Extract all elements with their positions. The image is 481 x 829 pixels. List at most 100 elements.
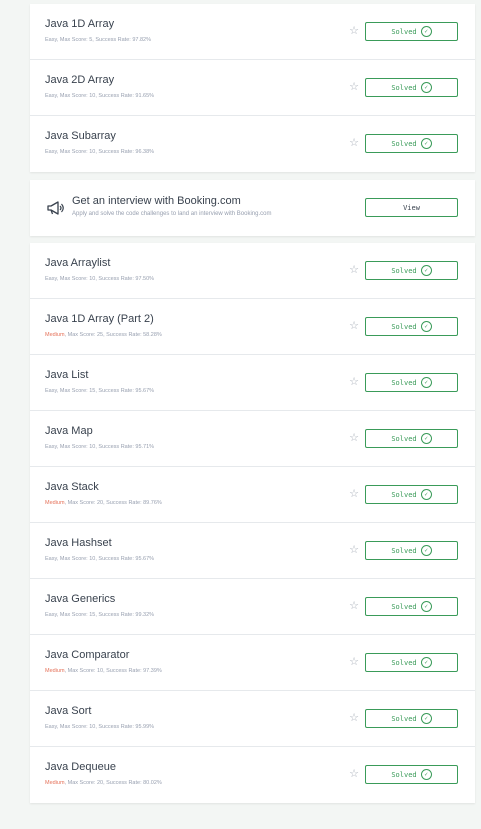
challenge-meta: Medium, Max Score: 25, Success Rate: 58.… [45, 332, 162, 338]
check-circle-icon: ✓ [420, 545, 432, 556]
solved-button[interactable]: Solved ✓ [365, 597, 458, 616]
solved-label: Solved [391, 139, 417, 148]
challenge-row[interactable]: Java Hashset Easy, Max Score: 10, Success… [30, 523, 475, 579]
challenge-title[interactable]: Java Comparator [45, 649, 129, 661]
score-rate-text: , Max Score: 15, Success Rate: 95.67% [56, 388, 155, 394]
bookmark-star-icon[interactable]: ☆ [348, 25, 360, 37]
challenge-meta: Easy, Max Score: 10, Success Rate: 95.67… [45, 556, 154, 562]
bookmark-star-icon[interactable]: ☆ [348, 656, 360, 668]
challenge-row[interactable]: Java Stack Medium, Max Score: 20, Success… [30, 467, 475, 523]
difficulty-label: Medium [45, 500, 65, 506]
solved-button[interactable]: Solved ✓ [365, 261, 458, 280]
challenge-meta: Easy, Max Score: 15, Success Rate: 95.67… [45, 388, 154, 394]
solved-label: Solved [391, 266, 417, 275]
challenge-row[interactable]: Java Generics Easy, Max Score: 15, Succes… [30, 579, 475, 635]
check-circle-icon: ✓ [420, 601, 432, 612]
score-rate-text: , Max Score: 15, Success Rate: 99.32% [56, 612, 155, 618]
bookmark-star-icon[interactable]: ☆ [348, 600, 360, 612]
challenge-title[interactable]: Java 1D Array [45, 18, 114, 30]
solved-button[interactable]: Solved ✓ [365, 485, 458, 504]
difficulty-label: Medium [45, 332, 65, 338]
challenge-row[interactable]: Java Subarray Easy, Max Score: 10, Succes… [30, 116, 475, 172]
challenge-meta: Medium, Max Score: 20, Success Rate: 89.… [45, 500, 162, 506]
difficulty-label: Medium [45, 668, 65, 674]
solved-button[interactable]: Solved ✓ [365, 765, 458, 784]
view-button[interactable]: View [365, 198, 458, 217]
challenge-title[interactable]: Java 2D Array [45, 74, 114, 86]
solved-label: Solved [391, 434, 417, 443]
challenge-title[interactable]: Java Dequeue [45, 761, 116, 773]
check-circle-icon: ✓ [420, 377, 432, 388]
bookmark-star-icon[interactable]: ☆ [348, 81, 360, 93]
challenge-row[interactable]: Java 2D Array Easy, Max Score: 10, Succes… [30, 60, 475, 116]
solved-button[interactable]: Solved ✓ [365, 317, 458, 336]
promo-title: Get an interview with Booking.com [72, 195, 241, 207]
difficulty-label: Easy [45, 37, 57, 43]
bookmark-star-icon[interactable]: ☆ [348, 768, 360, 780]
check-circle-icon: ✓ [420, 321, 432, 332]
score-rate-text: , Max Score: 10, Success Rate: 95.71% [56, 444, 155, 450]
difficulty-label: Easy [45, 612, 57, 618]
bookmark-star-icon[interactable]: ☆ [348, 432, 360, 444]
bookmark-star-icon[interactable]: ☆ [348, 712, 360, 724]
challenge-list-bottom: Java Arraylist Easy, Max Score: 10, Succe… [30, 243, 475, 803]
solved-label: Solved [391, 602, 417, 611]
difficulty-label: Easy [45, 724, 57, 730]
bookmark-star-icon[interactable]: ☆ [348, 488, 360, 500]
bookmark-star-icon[interactable]: ☆ [348, 544, 360, 556]
difficulty-label: Easy [45, 388, 57, 394]
challenge-title[interactable]: Java List [45, 369, 88, 381]
challenge-meta: Easy, Max Score: 10, Success Rate: 97.50… [45, 276, 154, 282]
score-rate-text: , Max Score: 10, Success Rate: 97.50% [56, 276, 155, 282]
solved-label: Solved [391, 490, 417, 499]
solved-button[interactable]: Solved ✓ [365, 373, 458, 392]
bookmark-star-icon[interactable]: ☆ [348, 264, 360, 276]
challenge-row[interactable]: Java Sort Easy, Max Score: 10, Success Ra… [30, 691, 475, 747]
solved-button[interactable]: Solved ✓ [365, 653, 458, 672]
challenge-row[interactable]: Java Map Easy, Max Score: 10, Success Rat… [30, 411, 475, 467]
challenge-meta: Easy, Max Score: 10, Success Rate: 96.38… [45, 149, 154, 155]
challenge-title[interactable]: Java Subarray [45, 130, 116, 142]
challenge-title[interactable]: Java Generics [45, 593, 115, 605]
score-rate-text: , Max Score: 5, Success Rate: 97.82% [56, 37, 151, 43]
solved-button[interactable]: Solved ✓ [365, 22, 458, 41]
score-rate-text: , Max Score: 10, Success Rate: 95.67% [56, 556, 155, 562]
solved-button[interactable]: Solved ✓ [365, 709, 458, 728]
challenge-meta: Easy, Max Score: 15, Success Rate: 99.32… [45, 612, 154, 618]
difficulty-label: Medium [45, 780, 65, 786]
check-circle-icon: ✓ [420, 82, 432, 93]
solved-button[interactable]: Solved ✓ [365, 134, 458, 153]
challenge-meta: Easy, Max Score: 10, Success Rate: 95.99… [45, 724, 154, 730]
challenge-row[interactable]: Java 1D Array Easy, Max Score: 5, Success… [30, 4, 475, 60]
challenge-title[interactable]: Java Sort [45, 705, 91, 717]
solved-button[interactable]: Solved ✓ [365, 429, 458, 448]
challenge-row[interactable]: Java Dequeue Medium, Max Score: 20, Succe… [30, 747, 475, 803]
score-rate-text: , Max Score: 10, Success Rate: 91.65% [56, 93, 155, 99]
check-circle-icon: ✓ [420, 265, 432, 276]
bookmark-star-icon[interactable]: ☆ [348, 320, 360, 332]
challenge-row[interactable]: Java 1D Array (Part 2) Medium, Max Score:… [30, 299, 475, 355]
check-circle-icon: ✓ [420, 489, 432, 500]
solved-label: Solved [391, 546, 417, 555]
challenge-title[interactable]: Java Stack [45, 481, 99, 493]
challenge-title[interactable]: Java Hashset [45, 537, 112, 549]
challenge-title[interactable]: Java Map [45, 425, 93, 437]
challenge-title[interactable]: Java Arraylist [45, 257, 110, 269]
bookmark-star-icon[interactable]: ☆ [348, 376, 360, 388]
challenge-title[interactable]: Java 1D Array (Part 2) [45, 313, 154, 325]
solved-button[interactable]: Solved ✓ [365, 541, 458, 560]
solved-label: Solved [391, 322, 417, 331]
solved-label: Solved [391, 83, 417, 92]
check-circle-icon: ✓ [420, 713, 432, 724]
challenge-meta: Easy, Max Score: 10, Success Rate: 95.71… [45, 444, 154, 450]
challenge-meta: Easy, Max Score: 10, Success Rate: 91.65… [45, 93, 154, 99]
challenge-row[interactable]: Java Arraylist Easy, Max Score: 10, Succe… [30, 243, 475, 299]
bookmark-star-icon[interactable]: ☆ [348, 137, 360, 149]
solved-label: Solved [391, 714, 417, 723]
challenge-row[interactable]: Java List Easy, Max Score: 15, Success Ra… [30, 355, 475, 411]
megaphone-icon [47, 201, 64, 215]
solved-button[interactable]: Solved ✓ [365, 78, 458, 97]
check-circle-icon: ✓ [420, 26, 432, 37]
difficulty-label: Easy [45, 149, 57, 155]
challenge-row[interactable]: Java Comparator Medium, Max Score: 10, Su… [30, 635, 475, 691]
